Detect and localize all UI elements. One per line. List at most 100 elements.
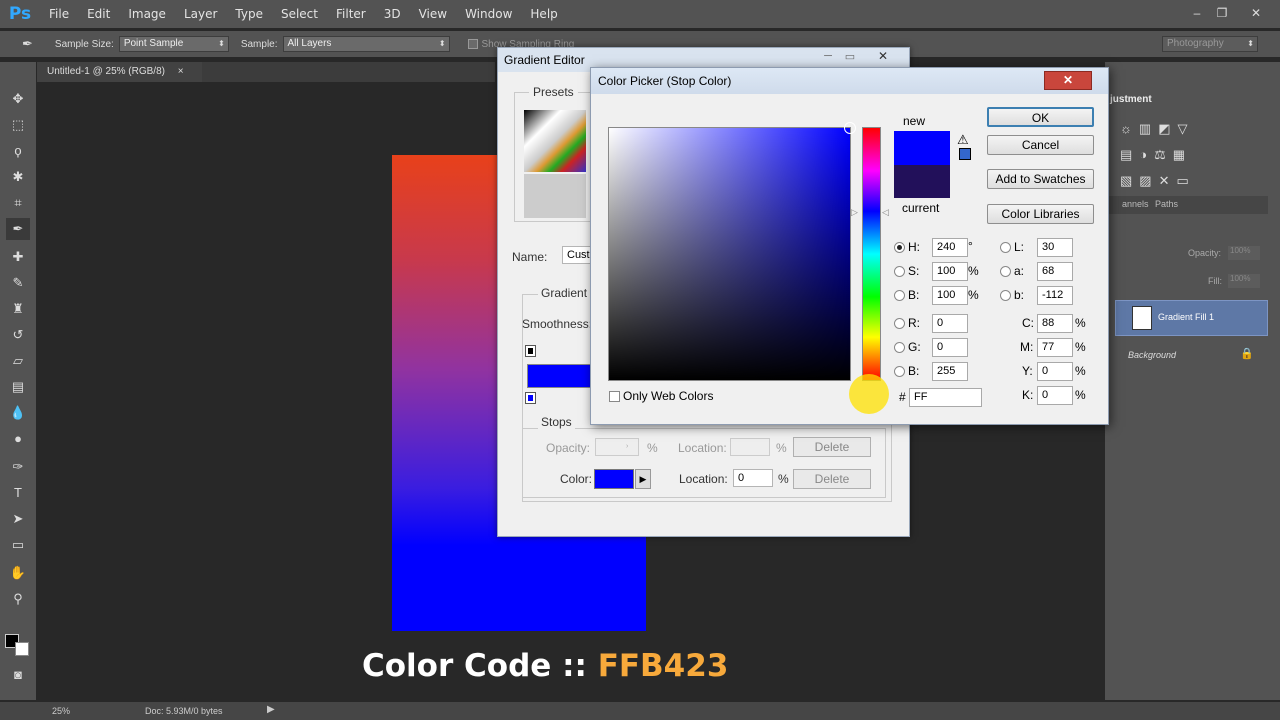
gradient-bar[interactable] (527, 364, 592, 388)
delete-color-stop-button[interactable]: Delete (793, 469, 871, 489)
hue-slider-right-arrow-icon[interactable]: ◁ (882, 207, 889, 218)
layer-name[interactable]: Gradient Fill 1 (1158, 312, 1214, 322)
green-input[interactable]: 0 (932, 338, 968, 357)
marquee-tool-icon[interactable]: ⬚ (6, 114, 30, 136)
b-channel-input[interactable]: -112 (1037, 286, 1073, 305)
stop-opacity-input[interactable]: › (595, 438, 639, 456)
tab-paths[interactable]: Paths (1155, 199, 1178, 209)
eyedropper-tool-icon[interactable]: ✒ (22, 36, 33, 52)
current-color-swatch[interactable] (894, 165, 950, 198)
cyan-input[interactable]: 88 (1037, 314, 1073, 333)
brightness-input[interactable]: 100 (932, 286, 968, 305)
dodge-tool-icon[interactable]: ● (6, 428, 30, 450)
ge-maximize-icon[interactable]: ▭ (840, 50, 860, 66)
crop-tool-icon[interactable]: ⌗ (6, 192, 30, 214)
red-radio[interactable] (894, 318, 905, 329)
opacity-stop[interactable] (525, 345, 536, 357)
saturation-input[interactable]: 100 (932, 262, 968, 281)
stamp-tool-icon[interactable]: ♜ (6, 298, 30, 320)
menu-3d[interactable]: 3D (375, 0, 410, 28)
menu-image[interactable]: Image (119, 0, 175, 28)
tab-channels[interactable]: annels (1122, 199, 1149, 209)
out-of-gamut-warning-icon[interactable]: ⚠ (957, 132, 969, 148)
restore-button[interactable]: ❐ (1210, 3, 1234, 23)
saturation-brightness-field[interactable] (608, 122, 856, 381)
opacity-location-input[interactable] (730, 438, 770, 456)
menu-layer[interactable]: Layer (175, 0, 226, 28)
quick-mask-icon[interactable]: ◙ (6, 664, 30, 686)
close-tab-icon[interactable]: × (178, 66, 184, 77)
history-brush-tool-icon[interactable]: ↺ (6, 324, 30, 346)
menu-file[interactable]: File (40, 0, 78, 28)
menu-type[interactable]: Type (226, 0, 272, 28)
blue-input[interactable]: 255 (932, 362, 968, 381)
only-web-colors-checkbox[interactable] (609, 391, 620, 402)
black-input[interactable]: 0 (1037, 386, 1073, 405)
magenta-input[interactable]: 77 (1037, 338, 1073, 357)
name-field[interactable]: Cust (562, 246, 592, 264)
menu-view[interactable]: View (410, 0, 456, 28)
lightness-input[interactable]: 30 (1037, 238, 1073, 257)
color-libraries-button[interactable]: Color Libraries (987, 204, 1094, 224)
status-menu-arrow-icon[interactable]: ▶ (267, 704, 275, 715)
layer-name[interactable]: Background (1128, 350, 1176, 360)
color-stop[interactable] (525, 392, 536, 404)
hue-radio[interactable] (894, 242, 905, 253)
magic-wand-tool-icon[interactable]: ✱ (6, 166, 30, 188)
gradient-tool-icon[interactable]: ▤ (6, 376, 30, 398)
menu-select[interactable]: Select (272, 0, 327, 28)
hand-tool-icon[interactable]: ✋ (6, 562, 30, 584)
layer-row[interactable]: Background 🔒 (1115, 340, 1268, 372)
background-color-swatch[interactable] (15, 642, 29, 656)
a-channel-radio[interactable] (1000, 266, 1011, 277)
red-input[interactable]: 0 (932, 314, 968, 333)
close-dialog-button[interactable]: ✕ (1044, 71, 1092, 90)
zoom-tool-icon[interactable]: ⚲ (6, 588, 30, 610)
menu-edit[interactable]: Edit (78, 0, 119, 28)
cancel-button[interactable]: Cancel (987, 135, 1094, 155)
layer-row[interactable]: Gradient Fill 1 (1115, 300, 1268, 336)
brush-tool-icon[interactable]: ✎ (6, 272, 30, 294)
b-channel-radio[interactable] (1000, 290, 1011, 301)
document-tab[interactable]: Untitled-1 @ 25% (RGB/8) × (37, 62, 202, 82)
minimize-button[interactable]: – (1185, 3, 1209, 23)
show-ring-checkbox[interactable] (467, 39, 478, 49)
lightness-radio[interactable] (1000, 242, 1011, 253)
color-menu-arrow-icon[interactable]: ▶ (635, 469, 651, 489)
sample-select[interactable]: All Layers (282, 36, 450, 52)
shape-tool-icon[interactable]: ▭ (6, 534, 30, 556)
color-field-cursor[interactable] (844, 122, 856, 134)
move-tool-icon[interactable]: ✥ (6, 88, 30, 110)
saturation-radio[interactable] (894, 266, 905, 277)
ok-button[interactable]: OK (987, 107, 1094, 127)
stop-color-swatch[interactable] (594, 469, 634, 489)
hex-input[interactable]: FF (909, 388, 982, 407)
blur-tool-icon[interactable]: 💧 (6, 402, 30, 424)
lasso-tool-icon[interactable]: ϙ (6, 140, 30, 162)
yellow-input[interactable]: 0 (1037, 362, 1073, 381)
add-to-swatches-button[interactable]: Add to Swatches (987, 169, 1094, 189)
healing-brush-tool-icon[interactable]: ✚ (6, 246, 30, 268)
close-app-button[interactable]: ✕ (1244, 3, 1268, 23)
eraser-tool-icon[interactable]: ▱ (6, 350, 30, 372)
color-location-input[interactable]: 0 (733, 469, 773, 487)
eyedropper-tool-icon[interactable]: ✒ (6, 218, 30, 240)
menu-filter[interactable]: Filter (327, 0, 375, 28)
web-safe-color-icon[interactable] (959, 148, 971, 160)
hue-slider[interactable] (862, 127, 881, 381)
delete-opacity-stop-button[interactable]: Delete (793, 437, 871, 457)
sample-size-select[interactable]: Point Sample (118, 36, 229, 52)
workspace-select[interactable]: Photography (1162, 36, 1258, 52)
ge-minimize-icon[interactable]: ─ (813, 50, 843, 66)
opacity-input[interactable]: 100% (1228, 246, 1260, 260)
ge-close-icon[interactable]: ✕ (868, 49, 898, 66)
hue-slider-left-arrow-icon[interactable]: ▷ (851, 207, 858, 218)
zoom-level[interactable]: 25% (52, 706, 70, 716)
type-tool-icon[interactable]: T (6, 482, 30, 504)
menu-window[interactable]: Window (456, 0, 521, 28)
adjustment-icons[interactable]: ☼▥◩▽ ▤◑⚖▦ ▧▨✕▭ (1120, 116, 1220, 188)
fill-input[interactable]: 100% (1228, 274, 1260, 288)
path-selection-tool-icon[interactable]: ➤ (6, 508, 30, 530)
hue-input[interactable]: 240 (932, 238, 968, 257)
menu-help[interactable]: Help (521, 0, 566, 28)
